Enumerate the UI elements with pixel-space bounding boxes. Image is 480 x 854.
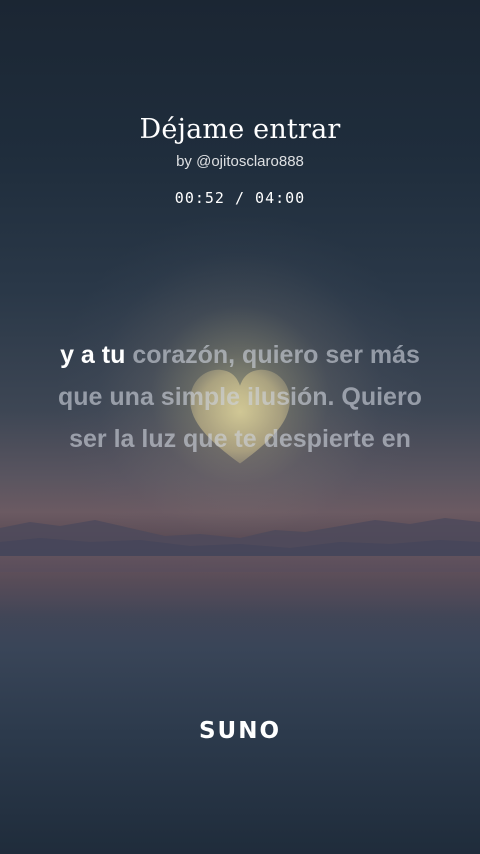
lyric-video-screen: Déjame entrar by @ojitosclaro888 00:52 /… — [0, 0, 480, 854]
lyric-sung-words: y a tu — [60, 341, 126, 369]
playback-time: 00:52 / 04:00 — [174, 189, 306, 207]
lyric-line-3: ser la luz que te despierte en — [69, 425, 411, 453]
suno-logo: SUNO — [198, 718, 282, 744]
song-title: Déjame entrar — [139, 114, 341, 145]
lyric-line-1: y a tu corazón, quiero ser más — [20, 334, 460, 376]
water-reflection — [0, 556, 480, 616]
song-artist: by @ojitosclaro888 — [176, 153, 304, 170]
lyric-unsung-words: corazón, quiero ser más — [125, 341, 420, 369]
lyrics-block: y a tu corazón, quiero ser más que una s… — [20, 334, 460, 460]
song-header: Déjame entrar by @ojitosclaro888 00:52 /… — [0, 110, 480, 208]
lyric-line-2: que una simple ilusión. Quiero — [58, 383, 422, 411]
